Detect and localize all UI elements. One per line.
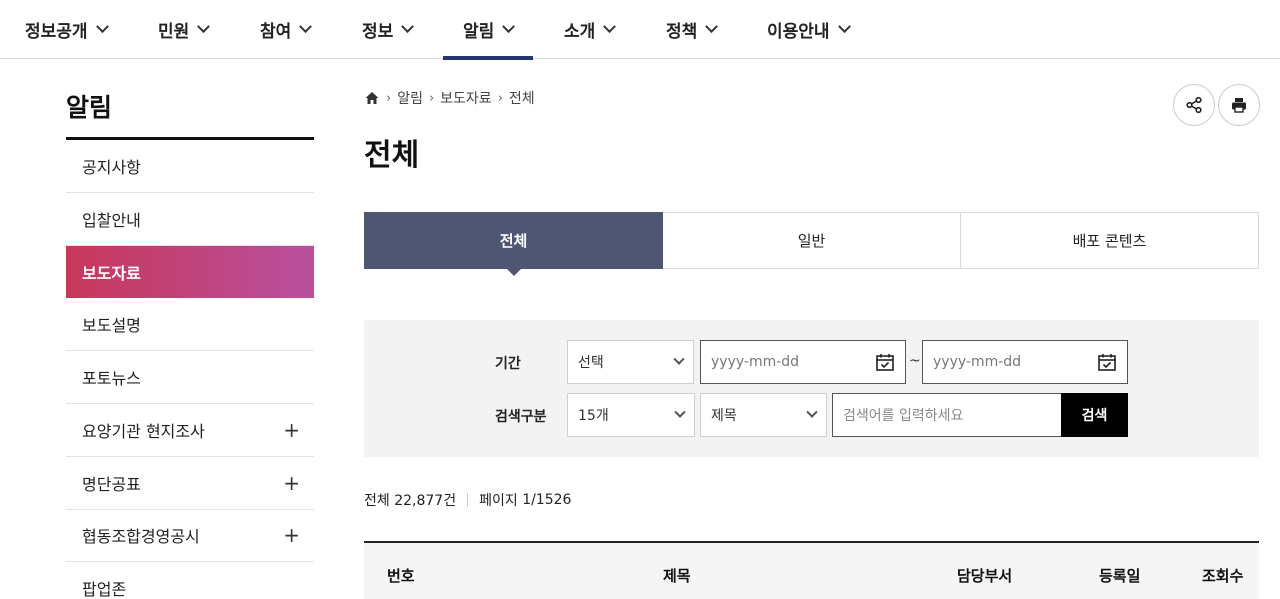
sidebar-item-popup-zone[interactable]: 팝업존 [66, 562, 314, 599]
chevron-down-icon [603, 19, 617, 33]
chevron-down-icon [705, 19, 719, 33]
page-title: 전체 [364, 138, 420, 173]
sidebar-item-photo-news[interactable]: 포토뉴스 [66, 351, 314, 404]
sidebar-item-label: 팝업존 [82, 580, 127, 599]
breadcrumb: › 알림 › 보도자료 › 전체 [364, 88, 535, 108]
nav-item-usage-guide[interactable]: 이용안내 [767, 0, 851, 58]
chevron-right-icon: › [386, 90, 392, 106]
nav-item-label: 정책 [666, 21, 698, 42]
nav-item-policy[interactable]: 정책 [666, 0, 719, 58]
period-select[interactable]: 선택 [567, 340, 694, 384]
nav-item-about[interactable]: 소개 [564, 0, 617, 58]
chevron-down-icon [806, 406, 818, 418]
search-field-select[interactable]: 제목 [700, 393, 827, 437]
search-field-value: 제목 [711, 408, 737, 424]
nav-item-notice[interactable]: 알림 [442, 0, 534, 60]
page-size-select[interactable]: 15개 [567, 393, 695, 437]
period-label: 기간 [495, 356, 521, 372]
tab-all[interactable]: 전체 [364, 212, 663, 276]
nav-item-label: 알림 [463, 21, 495, 42]
sidebar-item-label: 입찰안내 [82, 210, 141, 230]
breadcrumb-item[interactable]: 알림 [397, 88, 423, 108]
category-tabs: 전체 일반 배포 콘텐츠 [364, 212, 1259, 276]
column-header-number: 번호 [387, 567, 415, 585]
chevron-down-icon [674, 406, 686, 418]
start-date-field[interactable]: yyyy-mm-dd [700, 340, 906, 384]
sidebar-title: 알림 [66, 93, 113, 122]
page-size-value: 15개 [578, 408, 609, 424]
sidebar-item-notices[interactable]: 공지사항 [66, 140, 314, 193]
breadcrumb-item-current: 전체 [508, 91, 535, 107]
sidebar-item-press-explanations[interactable]: 보도설명 [66, 298, 314, 352]
plus-icon[interactable]: + [283, 471, 300, 495]
sidebar-item-list-disclosure[interactable]: 명단공표 + [66, 457, 314, 510]
total-count: 22,877건 [394, 493, 457, 509]
nav-item-info-disclosure[interactable]: 정보공개 [25, 0, 109, 58]
search-type-label: 검색구분 [495, 409, 547, 425]
tab-distribution-content[interactable]: 배포 콘텐츠 [961, 212, 1259, 269]
calendar-icon[interactable] [1097, 352, 1117, 372]
chevron-down-icon [502, 19, 516, 33]
nav-item-participation[interactable]: 참여 [260, 0, 313, 58]
sidebar-item-bidding[interactable]: 입찰안내 [66, 193, 314, 246]
total-label: 전체 [364, 493, 390, 509]
column-header-department: 담당부서 [957, 567, 1013, 585]
divider [467, 493, 469, 507]
sidebar-item-cooperative-disclosure[interactable]: 협동조합경영공시 + [66, 510, 314, 563]
chevron-down-icon [401, 19, 415, 33]
sidebar-item-label: 명단공표 [82, 474, 141, 494]
nav-item-label: 정보공개 [25, 21, 88, 42]
page-label: 페이지 [479, 493, 518, 509]
sidebar-item-press-releases[interactable]: 보도자료 [66, 245, 314, 299]
sidebar-menu: 공지사항 입찰안내 보도자료 보도설명 포토뉴스 요양기관 현지조사 + 명단공표… [66, 140, 314, 599]
sidebar-item-label: 포토뉴스 [82, 369, 141, 389]
plus-icon[interactable]: + [283, 418, 300, 442]
nav-item-label: 이용안내 [767, 21, 830, 42]
home-icon[interactable] [364, 90, 380, 106]
period-select-value: 선택 [578, 355, 604, 371]
search-form: 기간 선택 yyyy-mm-dd ~ yyyy-mm-dd 검색구분 15개 제… [364, 320, 1259, 457]
end-date-field[interactable]: yyyy-mm-dd [922, 340, 1128, 384]
page-indicator: 1/1526 [522, 492, 572, 508]
nav-item-label: 소개 [564, 21, 596, 42]
nav-item-information[interactable]: 정보 [362, 0, 415, 58]
result-summary: 전체 22,877건 페이지 1/1526 [364, 490, 571, 510]
column-header-date: 등록일 [1099, 567, 1141, 585]
chevron-down-icon [673, 353, 685, 365]
print-icon [1232, 98, 1246, 113]
search-input-placeholder: 검색어를 입력하세요 [843, 408, 964, 424]
chevron-right-icon: › [428, 90, 435, 106]
share-icon [1186, 96, 1202, 114]
end-date-placeholder: yyyy-mm-dd [933, 354, 1022, 370]
column-header-title: 제목 [663, 567, 691, 585]
sidebar-item-label: 보도설명 [82, 316, 141, 336]
sidebar-item-label: 요양기관 현지조사 [82, 421, 205, 441]
plus-icon[interactable]: + [283, 523, 300, 547]
top-navigation: 정보공개 민원 참여 정보 알림 소개 정책 이용안내 [0, 0, 1280, 60]
breadcrumb-item[interactable]: 보도자료 [440, 88, 492, 108]
chevron-down-icon [837, 19, 851, 33]
sidebar-item-site-inspection[interactable]: 요양기관 현지조사 + [66, 404, 314, 457]
column-header-views: 조회수 [1202, 567, 1244, 585]
nav-item-label: 민원 [158, 21, 190, 42]
sidebar-item-label: 협동조합경영공시 [82, 527, 200, 547]
print-button[interactable] [1218, 84, 1260, 126]
table-header: 번호 제목 담당부서 등록일 조회수 [364, 541, 1259, 599]
start-date-placeholder: yyyy-mm-dd [711, 354, 800, 370]
share-button[interactable] [1173, 84, 1215, 126]
date-range-separator: ~ [909, 353, 921, 369]
sidebar-item-label: 보도자료 [82, 263, 141, 283]
chevron-down-icon [95, 19, 109, 33]
chevron-right-icon: › [497, 90, 503, 106]
search-input[interactable]: 검색어를 입력하세요 [832, 393, 1061, 437]
search-button[interactable]: 검색 [1061, 393, 1128, 437]
sidebar-item-label: 공지사항 [82, 157, 141, 177]
nav-item-civil-complaints[interactable]: 민원 [158, 0, 211, 58]
calendar-icon[interactable] [875, 352, 895, 372]
nav-item-label: 정보 [362, 21, 394, 42]
nav-item-label: 참여 [260, 21, 292, 42]
tab-general[interactable]: 일반 [663, 212, 961, 269]
chevron-down-icon [299, 19, 313, 33]
chevron-down-icon [197, 19, 211, 33]
